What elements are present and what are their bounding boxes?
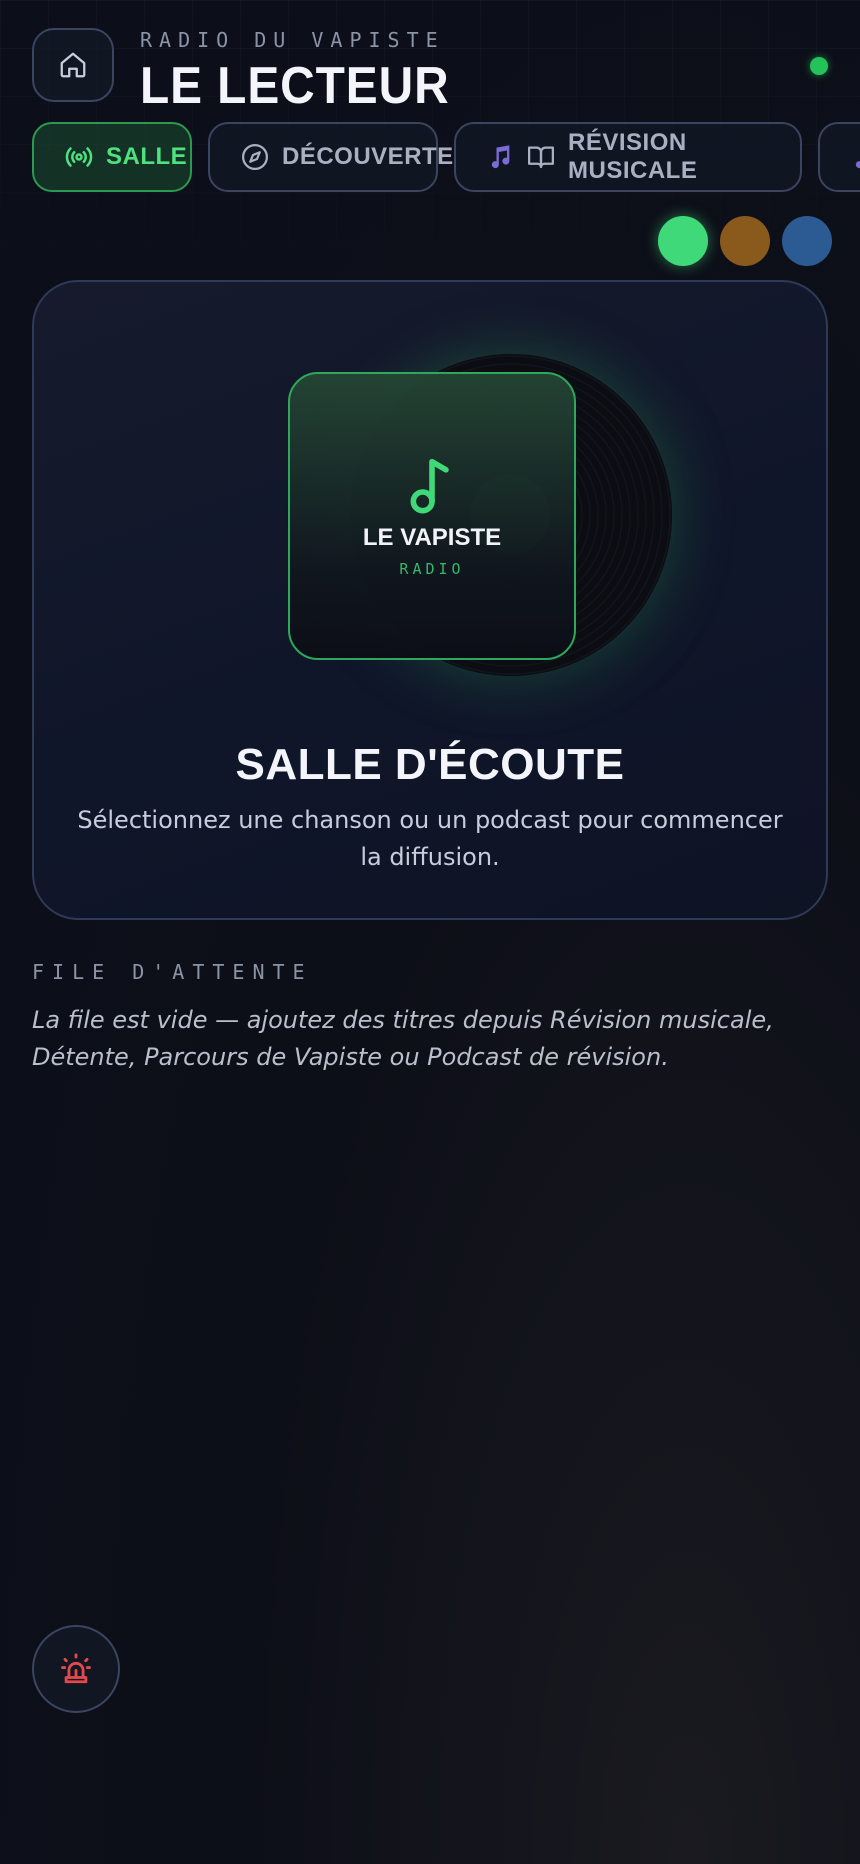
live-status-indicator bbox=[810, 57, 828, 75]
broadcast-icon bbox=[65, 147, 93, 167]
tab-revision-musicale[interactable]: RÉVISION MUSICALE bbox=[454, 122, 802, 192]
now-playing-card: LE VAPISTE RADIO SALLE D'ÉCOUTE Sélectio… bbox=[32, 280, 828, 920]
cover-title: LE VAPISTE bbox=[362, 524, 502, 551]
tab-salle[interactable]: SALLE bbox=[32, 122, 192, 192]
page-title: LE LECTEUR bbox=[140, 57, 450, 115]
theme-color-picker bbox=[658, 216, 832, 266]
now-playing-title: SALLE D'ÉCOUTE bbox=[235, 740, 625, 789]
home-button[interactable] bbox=[32, 28, 114, 102]
tab-label: DÉCOUVERTE bbox=[282, 143, 454, 170]
tab-decouverte[interactable]: DÉCOUVERTE bbox=[208, 122, 453, 192]
compass-icon bbox=[242, 144, 268, 170]
siren-icon bbox=[61, 1653, 91, 1684]
theme-dot-green[interactable] bbox=[658, 216, 708, 266]
tab-label: RÉVISION MUSICALE bbox=[568, 129, 698, 184]
music-note-icon bbox=[491, 145, 510, 169]
now-playing-description: Sélectionnez une chanson ou un podcast p… bbox=[77, 806, 783, 871]
queue-empty-message: La file est vide — ajoutez des titres de… bbox=[32, 1006, 774, 1071]
album-cover: LE VAPISTE RADIO bbox=[288, 372, 576, 660]
music-note-icon bbox=[410, 458, 449, 514]
cover-subtitle: RADIO bbox=[399, 560, 465, 578]
tab-more[interactable] bbox=[818, 122, 860, 192]
theme-dot-blue[interactable] bbox=[782, 216, 832, 266]
home-icon bbox=[60, 52, 86, 78]
app-kicker: RADIO DU VAPISTE bbox=[140, 28, 445, 52]
theme-dot-amber[interactable] bbox=[720, 216, 770, 266]
tab-bar: SALLE DÉCOUVERTE RÉVISION MUSICALE bbox=[32, 122, 860, 192]
alarm-button[interactable] bbox=[32, 1625, 120, 1713]
music-note-icon bbox=[855, 161, 860, 169]
book-open-icon bbox=[528, 146, 554, 169]
tab-label: SALLE bbox=[106, 143, 188, 170]
queue-heading: FILE D'ATTENTE bbox=[32, 960, 313, 984]
